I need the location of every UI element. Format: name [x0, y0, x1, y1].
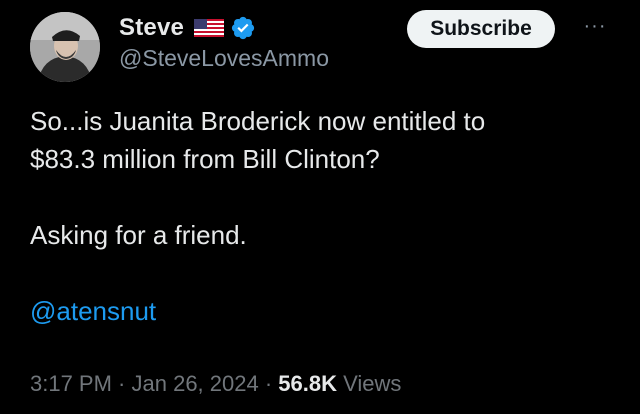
tweet-text-line: $83.3 million from Bill Clinton? — [30, 144, 380, 174]
tweet-card: Steve @SteveLovesAmmo Subscribe ··· So..… — [0, 0, 640, 414]
views-count: 56.8K — [278, 371, 338, 396]
tweet-text-line: Asking for a friend. — [30, 220, 247, 250]
author-display-name[interactable]: Steve — [119, 14, 184, 42]
tweet-metadata: 3:17 PM · Jan 26, 2024 · 56.8K Views — [30, 371, 401, 397]
more-options-icon[interactable]: ··· — [578, 14, 612, 42]
tweet-text: So...is Juanita Broderick now entitled t… — [30, 102, 610, 330]
meta-separator: · — [258, 371, 279, 396]
author-handle[interactable]: @SteveLovesAmmo — [119, 45, 329, 72]
mention-link[interactable]: @atensnut — [30, 296, 156, 326]
avatar[interactable] — [30, 12, 100, 82]
subscribe-button[interactable]: Subscribe — [407, 10, 555, 48]
tweet-text-line: So...is Juanita Broderick now entitled t… — [30, 106, 486, 136]
meta-separator: · — [111, 371, 132, 396]
author-name-row: Steve — [119, 12, 256, 44]
views-label: Views — [337, 371, 402, 396]
us-flag-icon — [194, 19, 225, 37]
user-avatar-photo — [30, 12, 100, 82]
tweet-date[interactable]: Jan 26, 2024 — [132, 371, 259, 396]
verified-badge-icon — [230, 15, 256, 41]
tweet-time[interactable]: 3:17 PM — [30, 371, 112, 396]
